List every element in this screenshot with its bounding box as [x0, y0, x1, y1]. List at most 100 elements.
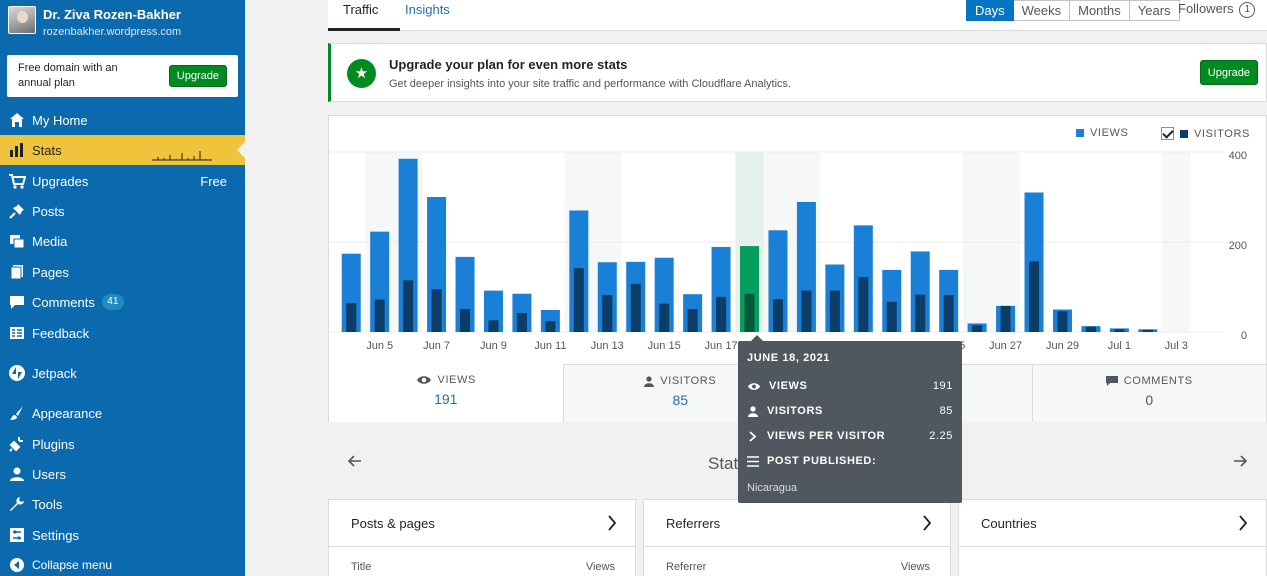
sidebar-item-jetpack[interactable]: Jetpack — [0, 358, 245, 388]
visitors-bar — [403, 280, 414, 332]
person-icon — [748, 405, 758, 417]
tab-traffic-underline — [328, 28, 400, 31]
tab-traffic[interactable]: Traffic — [343, 0, 378, 31]
sidebar-item-posts[interactable]: Posts — [0, 196, 245, 226]
followers-count: 1 — [1239, 2, 1256, 18]
sidebar-item-label: Feedback — [32, 325, 90, 341]
summary-views-label-row: VIEWS — [329, 374, 563, 386]
visitors-bar — [460, 309, 471, 332]
comment-icon — [8, 293, 26, 311]
sidebar-item-users[interactable]: Users — [0, 459, 245, 489]
summary-views-label: VIEWS — [437, 374, 476, 386]
x-tick-label: Jun 13 — [591, 340, 624, 352]
avatar — [8, 6, 36, 34]
x-tick-label: Jun 15 — [648, 340, 681, 352]
tooltip-row-views-per-visitor: VIEWS PER VISITOR 2.25 — [747, 428, 953, 444]
sidebar-item-comments[interactable]: Comments 41 — [0, 287, 245, 317]
visitors-bar — [659, 303, 670, 332]
upgrade-banner-title: Upgrade your plan for even more stats — [389, 57, 628, 72]
x-tick-label: Jun 7 — [423, 340, 450, 352]
tooltip-row-views: VIEWS 191 — [747, 378, 953, 394]
visitors-bar — [943, 295, 954, 332]
module-divider — [329, 546, 635, 547]
sidebar-item-label: Posts — [32, 203, 65, 219]
pin-icon — [8, 202, 26, 220]
period-years-button[interactable]: Years — [1129, 0, 1180, 21]
sidebar-item-label: Users — [32, 466, 66, 482]
module-column-title: Title — [351, 561, 372, 573]
period-title: Stat — [708, 454, 739, 473]
eye-icon — [747, 382, 761, 390]
sidebar-item-label: Plugins — [32, 436, 75, 452]
period-months-button[interactable]: Months — [1070, 0, 1130, 21]
brush-icon — [8, 404, 26, 422]
promo-card: Free domain with an annual plan Upgrade — [7, 55, 238, 97]
site-url: rozenbakher.wordpress.com — [43, 26, 182, 38]
sidebar-item-settings[interactable]: Settings — [0, 520, 245, 550]
sidebar-item-label: Stats — [32, 142, 62, 158]
arrow-left-icon[interactable] — [348, 454, 362, 468]
sidebar-item-upgrades[interactable]: Upgrades Free — [0, 166, 245, 196]
period-weeks-button[interactable]: Weeks — [1013, 0, 1071, 21]
sidebar-collapse-menu[interactable]: Collapse menu — [0, 550, 245, 576]
countries-module: Countries — [958, 499, 1267, 576]
followers-link[interactable]: Followers 1 — [1178, 0, 1256, 20]
y-tick-label: 0 — [1241, 330, 1247, 342]
x-tick-label: Jun 11 — [534, 340, 566, 352]
arrow-right-icon[interactable] — [1233, 454, 1247, 468]
period-days-button[interactable]: Days — [966, 0, 1014, 21]
visitors-bar — [602, 295, 613, 332]
site-name: Dr. Ziva Rozen-Bakher — [43, 7, 181, 22]
sidebar-item-stats[interactable]: Stats — [0, 135, 245, 165]
summary-comments-tab[interactable]: COMMENTS 0 — [1032, 364, 1266, 422]
chevron-right-icon[interactable] — [607, 515, 617, 531]
chevron-right-icon[interactable] — [922, 515, 932, 531]
wrench-icon — [8, 495, 26, 513]
chart-tooltip: JUNE 18, 2021 VIEWS 191 VISITORS 85 VIEW… — [738, 335, 962, 503]
x-tick-label: Jul 3 — [1165, 340, 1188, 352]
sidebar-item-media[interactable]: Media — [0, 226, 245, 256]
visitors-bar — [687, 309, 698, 332]
sidebar-item-appearance[interactable]: Appearance — [0, 398, 245, 428]
tooltip-value: 85 — [939, 405, 953, 417]
followers-label: Followers — [1178, 1, 1234, 16]
visitors-bar — [1057, 311, 1068, 332]
pages-icon — [8, 263, 26, 281]
visitors-bar — [829, 290, 840, 332]
visitors-bar — [716, 296, 727, 332]
upgrade-banner-button[interactable]: Upgrade — [1199, 60, 1258, 85]
promo-upgrade-button[interactable]: Upgrade — [168, 65, 227, 87]
settings-icon — [8, 526, 26, 544]
x-tick-label: Jul 1 — [1108, 340, 1131, 352]
tab-traffic-label: Traffic — [343, 2, 379, 17]
sidebar-item-feedback[interactable]: Feedback — [0, 318, 245, 348]
summary-views-tab[interactable]: VIEWS 191 — [329, 364, 564, 422]
visitors-bar — [744, 293, 755, 332]
visitors-bar — [1114, 329, 1125, 332]
sidebar-item-pages[interactable]: Pages — [0, 257, 245, 287]
tooltip-post-title[interactable]: Nicaragua — [747, 482, 797, 494]
sidebar-item-plugins[interactable]: Plugins — [0, 429, 245, 459]
sidebar-item-label: My Home — [32, 112, 88, 128]
visitors-bar — [346, 303, 357, 332]
site-header[interactable]: Dr. Ziva Rozen-Bakher rozenbakher.wordpr… — [6, 4, 238, 44]
tab-insights[interactable]: Insights — [405, 0, 450, 31]
sidebar-item-label: Comments — [32, 294, 95, 310]
visitors-bar — [573, 268, 584, 332]
summary-comments-value: 0 — [1145, 392, 1154, 408]
sidebar-item-label: Collapse menu — [32, 558, 113, 572]
visitors-bar — [545, 321, 556, 332]
tooltip-value: 2.25 — [929, 430, 953, 442]
chevron-right-icon — [749, 430, 757, 442]
visitors-bar — [858, 277, 869, 332]
sidebar-item-tools[interactable]: Tools — [0, 489, 245, 519]
user-icon — [8, 465, 26, 483]
jetpack-icon — [8, 364, 26, 382]
tooltip-row-visitors: VISITORS 85 — [747, 403, 953, 419]
sidebar-item-my-home[interactable]: My Home — [0, 105, 245, 135]
stats-icon — [8, 141, 26, 159]
tooltip-label: VIEWS — [769, 380, 808, 392]
chevron-right-icon[interactable] — [1238, 515, 1248, 531]
stats-bar-chart[interactable]: 400 200 0 Jun 5 Jun 7 Jun 9 Jun 11 Jun 13 Jun 15… — [329, 116, 1266, 364]
collapse-icon — [8, 556, 26, 574]
